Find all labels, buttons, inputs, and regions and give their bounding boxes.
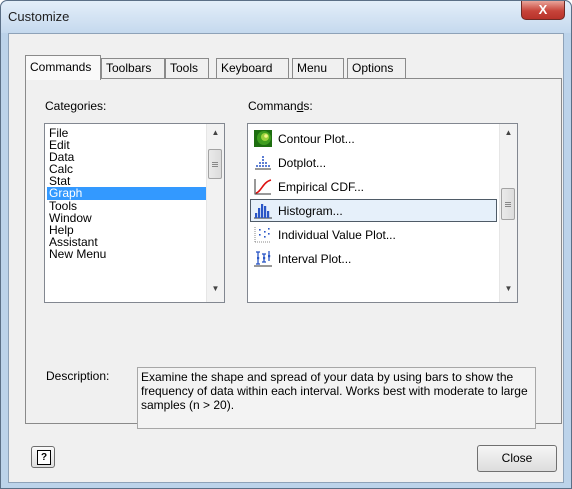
interval-plot-icon [254,250,272,267]
scroll-up-arrow-icon[interactable]: ▲ [207,124,224,141]
scroll-down-arrow-icon[interactable]: ▼ [500,280,517,297]
list-item[interactable]: Calc [47,163,206,175]
dialog-client: Commands Toolbars Tools Keyboard Menu Op… [8,33,564,483]
empirical-cdf-icon [254,178,272,195]
scroll-down-arrow-icon[interactable]: ▼ [207,280,224,297]
list-item[interactable]: New Menu [47,248,206,260]
description-text: Examine the shape and spread of your dat… [137,367,536,429]
description-label: Description: [46,369,110,383]
customize-window: Customize X Commands Toolbars Tools Keyb… [0,0,572,489]
command-item-histogram[interactable]: Histogram... [250,199,497,222]
commands-scrollbar[interactable]: ▲ ▼ [499,124,517,302]
commands-label: Commands: [248,99,313,113]
dotplot-icon [254,154,272,171]
title-bar[interactable]: Customize X [1,1,571,33]
commands-listbox[interactable]: Contour Plot... Dotplot... Empirical CDF… [247,123,518,303]
categories-scrollbar[interactable]: ▲ ▼ [206,124,224,302]
scroll-up-arrow-icon[interactable]: ▲ [500,124,517,141]
contour-plot-icon [254,130,272,147]
command-item-contour-plot[interactable]: Contour Plot... [250,127,497,150]
command-item-interval-plot[interactable]: Interval Plot... [250,247,497,270]
command-item-empirical-cdf[interactable]: Empirical CDF... [250,175,497,198]
individual-value-plot-icon [254,226,272,243]
tab-toolbars[interactable]: Toolbars [101,58,165,78]
categories-listbox[interactable]: File Edit Data Calc Stat Graph Tools Win… [44,123,225,303]
window-title: Customize [8,9,70,24]
scroll-thumb[interactable] [501,188,515,220]
command-item-individual-value-plot[interactable]: Individual Value Plot... [250,223,497,246]
tab-tools[interactable]: Tools [165,58,209,78]
commands-tab-panel: Categories: File Edit Data Calc Stat Gra… [25,78,562,429]
command-item-dotplot[interactable]: Dotplot... [250,151,497,174]
tab-menu[interactable]: Menu [292,58,344,78]
categories-label: Categories: [45,99,107,113]
help-icon: ? [37,450,51,465]
window-close-button[interactable]: X [521,1,565,20]
list-item[interactable]: File [47,127,206,139]
tab-options[interactable]: Options [347,58,406,78]
help-button[interactable]: ? [31,446,55,468]
histogram-icon [254,202,272,219]
tab-keyboard[interactable]: Keyboard [216,58,289,78]
tab-commands[interactable]: Commands [25,55,101,80]
scroll-thumb[interactable] [208,149,222,179]
close-button[interactable]: Close [477,445,557,472]
